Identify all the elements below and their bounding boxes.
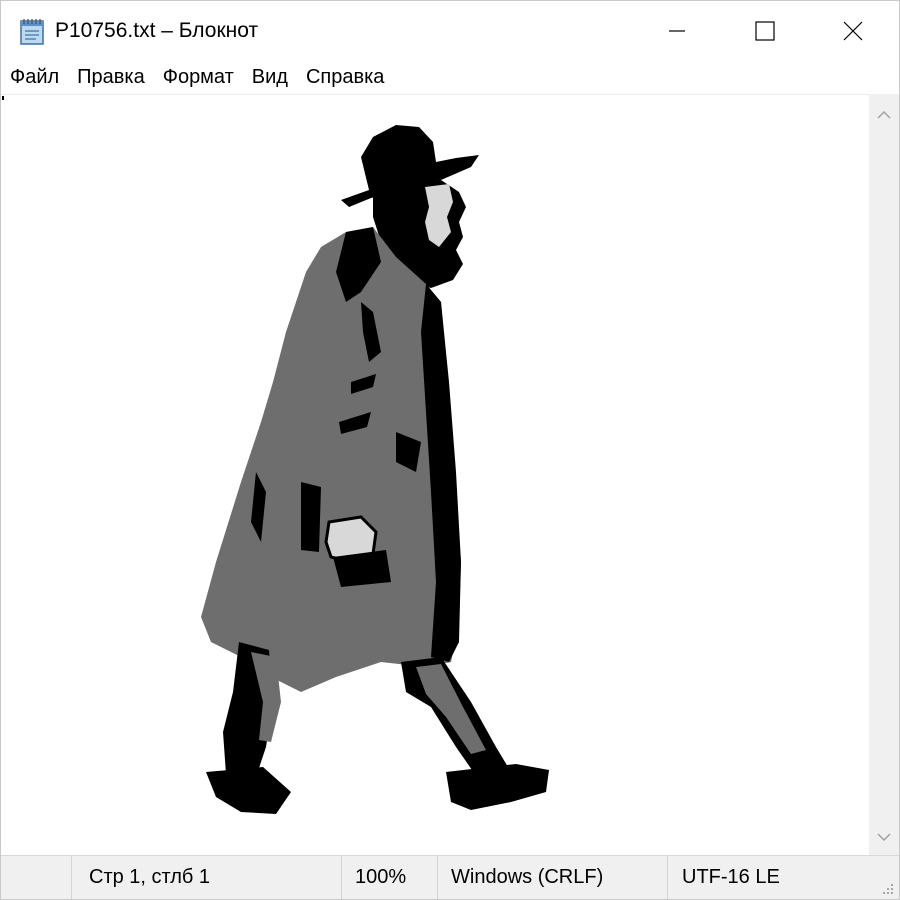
menu-bar: Файл Правка Формат Вид Справка xyxy=(1,61,899,94)
status-separator xyxy=(667,856,668,899)
menu-format[interactable]: Формат xyxy=(154,61,243,94)
menu-help[interactable]: Справка xyxy=(297,61,393,94)
left-shoe xyxy=(206,767,291,814)
menu-view[interactable]: Вид xyxy=(243,61,297,94)
maximize-button[interactable] xyxy=(719,1,811,61)
encoding: UTF-16 LE xyxy=(682,866,780,888)
title-bar[interactable]: P10756.txt – Блокнот xyxy=(1,1,899,61)
window-title: P10756.txt – Блокнот xyxy=(55,19,259,42)
scroll-down-button[interactable] xyxy=(869,822,899,852)
status-separator xyxy=(341,856,342,899)
minimize-button[interactable] xyxy=(631,1,723,61)
coat-shape xyxy=(201,227,461,692)
resize-grip-icon[interactable] xyxy=(879,880,895,896)
notepad-icon xyxy=(20,19,44,45)
line-endings: Windows (CRLF) xyxy=(451,866,604,888)
status-bar: Стр 1, стлб 1 100% Windows (CRLF) UTF-16… xyxy=(1,855,899,899)
maximize-icon xyxy=(755,21,775,41)
status-separator xyxy=(71,856,72,899)
close-button[interactable] xyxy=(807,1,899,61)
minimize-icon xyxy=(669,30,685,32)
menu-file[interactable]: Файл xyxy=(1,61,68,94)
zoom-level: 100% xyxy=(355,866,407,888)
ascii-art-walking-man xyxy=(201,125,549,814)
close-icon xyxy=(843,21,863,41)
text-editor-area[interactable] xyxy=(1,94,869,855)
right-shoe xyxy=(446,764,549,810)
chevron-down-icon xyxy=(877,833,891,842)
status-separator xyxy=(437,856,438,899)
chevron-up-icon xyxy=(877,110,891,119)
scroll-up-button[interactable] xyxy=(869,100,899,130)
notepad-window: P10756.txt – Блокнот Файл Правка Формат … xyxy=(0,0,900,900)
vertical-scrollbar[interactable] xyxy=(869,94,899,855)
cursor-position: Стр 1, стлб 1 xyxy=(89,866,211,888)
menu-edit[interactable]: Правка xyxy=(68,61,154,94)
